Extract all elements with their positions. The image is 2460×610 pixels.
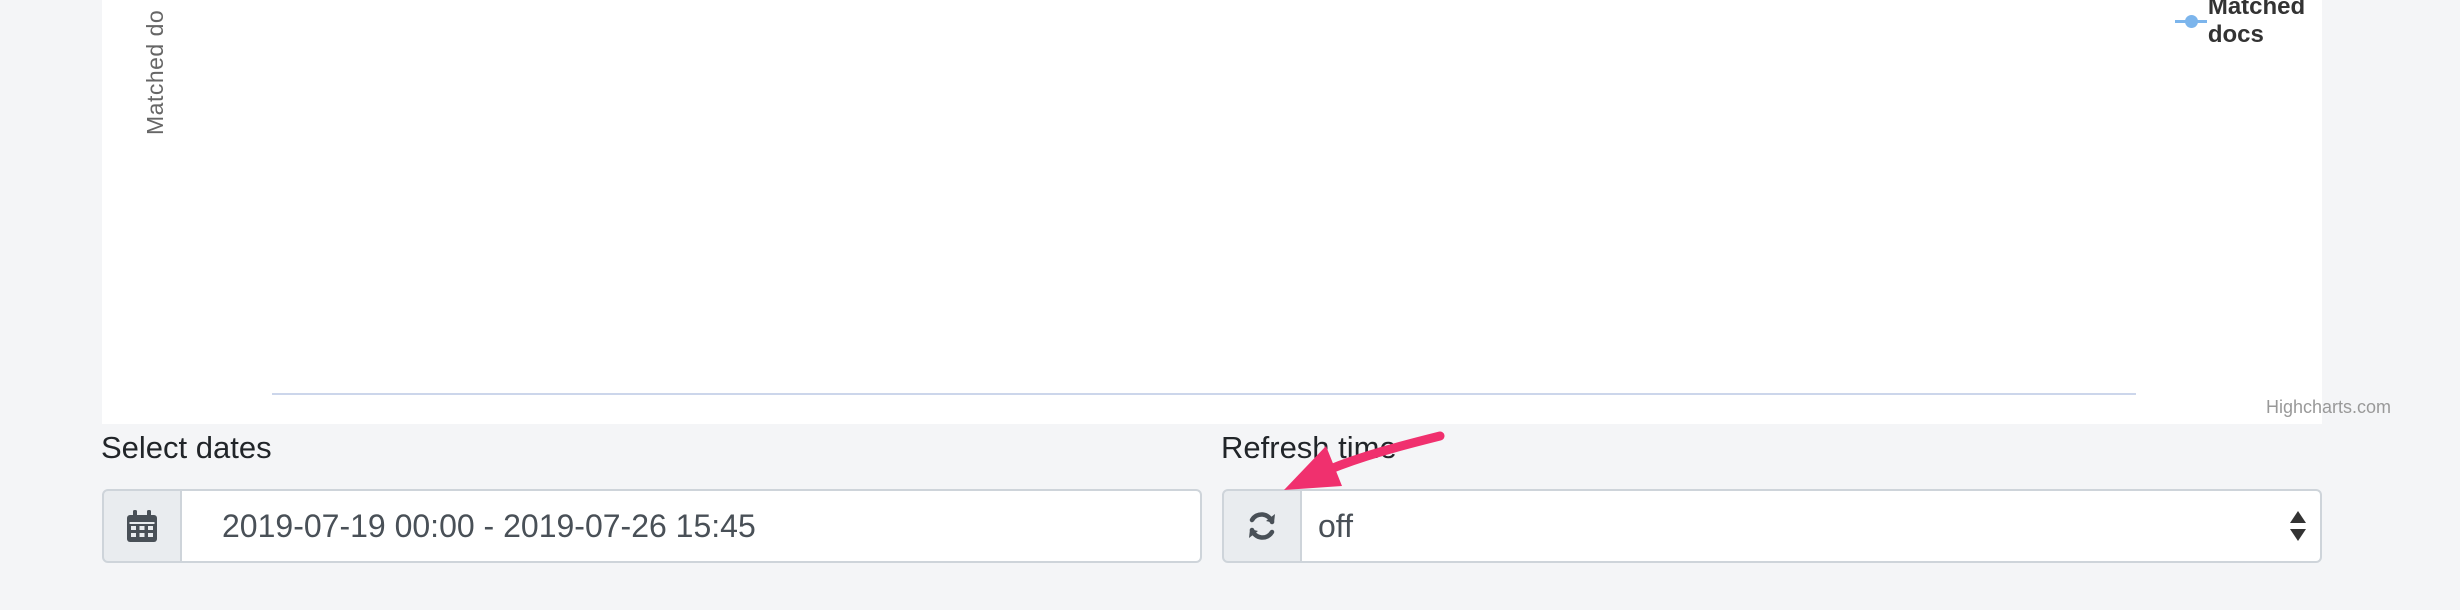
- date-range-group: 2019-07-19 00:00 - 2019-07-26 15:45: [102, 489, 1202, 563]
- refresh-addon[interactable]: [1222, 489, 1302, 563]
- date-range-input[interactable]: 2019-07-19 00:00 - 2019-07-26 15:45: [182, 489, 1202, 563]
- refresh-time-label: Refresh time: [1221, 430, 1397, 465]
- chart-panel: Matched docs Highcharts.com: [102, 0, 2391, 424]
- refresh-time-select[interactable]: off: [1302, 489, 2322, 563]
- chart-legend[interactable]: Matched docs: [2175, 0, 2322, 48]
- select-arrows-icon: [2290, 511, 2306, 545]
- select-dates-label: Select dates: [101, 430, 272, 465]
- refresh-time-group: off: [1222, 489, 2322, 563]
- chart-credits[interactable]: Highcharts.com: [2266, 397, 2391, 418]
- x-axis-line: [272, 393, 2136, 395]
- refresh-icon: [1249, 512, 1275, 540]
- legend-item-matched-docs[interactable]: Matched docs: [2208, 0, 2322, 49]
- calendar-addon[interactable]: [102, 489, 182, 563]
- legend-series-symbol: [2175, 6, 2207, 36]
- page: Matched docs Highcharts.com Matched do S…: [0, 0, 2460, 610]
- calendar-icon: [127, 510, 157, 542]
- refresh-time-value: off: [1318, 507, 1353, 544]
- y-axis-title: Matched do: [142, 9, 168, 135]
